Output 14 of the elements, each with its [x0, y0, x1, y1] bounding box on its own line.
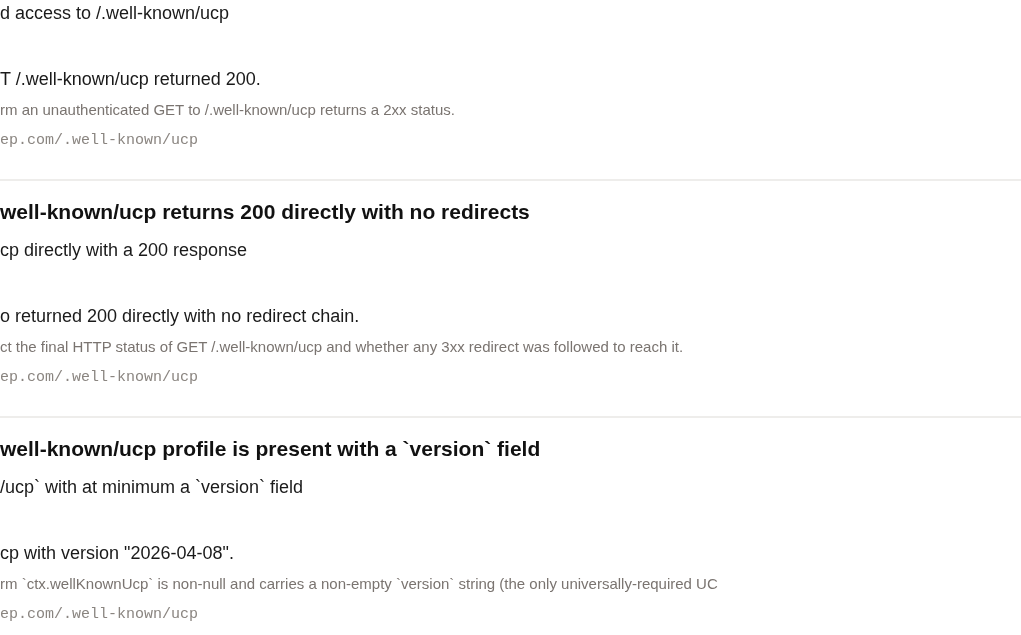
check-url: ep.com/.well-known/ucp [0, 605, 199, 625]
check-description: ct the final HTTP status of GET /.well-known/ucp and whether any 3xx redirect was followed to reach it. [0, 337, 684, 357]
check-url: ep.com/.well-known/ucp [0, 368, 199, 388]
check-title: well-known/ucp profile is present with a `version` field [0, 436, 541, 462]
check-subtitle: /ucp` with at minimum a `version` field [0, 476, 304, 499]
check-result: cp with version "2026-04-08". [0, 542, 234, 565]
check-result: o returned 200 directly with no redirect chain. [0, 305, 360, 328]
check-description: rm an unauthenticated GET to /.well-known/ucp returns a 2xx status. [0, 100, 455, 120]
check-url: ep.com/.well-known/ucp [0, 131, 199, 151]
check-title: well-known/ucp returns 200 directly with no redirects [0, 199, 530, 225]
check-result: T /.well-known/ucp returned 200. [0, 68, 261, 91]
check-subtitle: cp directly with a 200 response [0, 239, 248, 262]
check-description: rm `ctx.wellKnownUcp` is non-null and carries a non-empty `version` string (the only universally-required UC [0, 574, 718, 594]
check-subtitle: d access to /.well-known/ucp [0, 2, 230, 25]
